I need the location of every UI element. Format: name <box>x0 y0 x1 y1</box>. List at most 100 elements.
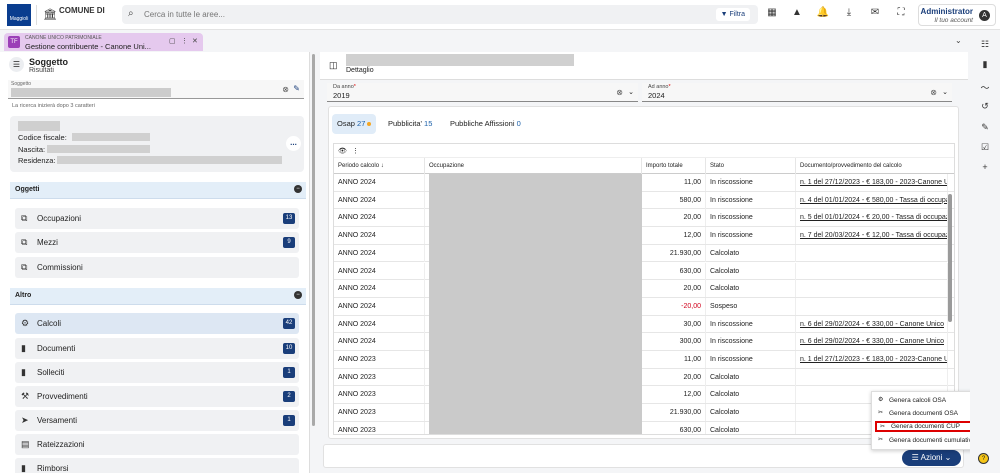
sidebar-item-documenti[interactable]: ▮ Documenti 10 <box>15 338 299 359</box>
town-hall-icon: 🏛 <box>43 9 57 21</box>
plus-icon[interactable]: + <box>978 162 992 176</box>
sidebar-item-solleciti[interactable]: ▮ Solleciti 1 <box>15 362 299 383</box>
bookmark-icon[interactable]: ▢ <box>169 37 176 45</box>
cell-importo: 30,00 <box>642 315 706 333</box>
cell-stato: Calcolato <box>706 244 796 262</box>
global-search[interactable]: ⌕ ▼ Filtra <box>122 5 758 24</box>
table-row[interactable]: ANNO 2023 20,00 Calcolato <box>334 368 954 387</box>
cell-stato: In riscossione <box>706 227 796 245</box>
ad-anno-select[interactable]: Ad anno* 2024 ⊗ ⌄ <box>642 83 952 102</box>
book-icon[interactable]: ▮ <box>978 59 992 73</box>
filter-button[interactable]: ▼ Filtra <box>715 8 750 21</box>
table-row[interactable]: ANNO 2024 630,00 Calcolato <box>334 262 954 281</box>
cell-documento[interactable]: n. 1 del 27/12/2023 - € 183,00 - 2023-Ca… <box>796 174 948 191</box>
table-row[interactable]: ANNO 2024 -20,00 Sospeso <box>334 297 954 316</box>
list-icon[interactable]: ☷ <box>978 39 992 53</box>
tab-pubblicita-count: 15 <box>424 119 433 128</box>
checklist-icon[interactable]: ☑ <box>978 142 992 156</box>
cell-importo: 300,00 <box>642 333 706 351</box>
chevron-down-icon[interactable]: ⌄ <box>628 88 634 96</box>
table-row[interactable]: ANNO 2024 580,00 In riscossione n. 4 del 01… <box>334 191 954 210</box>
table-row[interactable]: ANNO 2023 12,00 Calcolato <box>334 386 954 405</box>
cell-documento[interactable]: n. 1 del 27/12/2023 - € 183,00 - 2023-Ca… <box>796 351 948 368</box>
search-input[interactable] <box>144 8 684 21</box>
cell-periodo: ANNO 2023 <box>334 421 425 434</box>
sidebar-item-rateizzazioni[interactable]: ▤ Rateizzazioni <box>15 434 299 455</box>
table-row[interactable]: ANNO 2024 12,00 In riscossione n. 7 del 20/… <box>334 227 954 245</box>
table-row[interactable]: ANNO 2024 30,00 In riscossione n. 6 del 29/… <box>334 315 954 334</box>
sidebar-item-mezzi[interactable]: ⧉ Mezzi 9 <box>15 232 299 253</box>
clear-icon[interactable]: ⊗ <box>282 85 289 94</box>
bell-icon[interactable]: 🔔 <box>816 7 830 21</box>
azioni-button[interactable]: ☰ Azioni ⌄ <box>902 450 961 466</box>
cell-documento[interactable]: n. 7 del 20/03/2024 - € 12,00 - Tassa di… <box>796 227 948 245</box>
cell-documento[interactable]: n. 4 del 01/01/2024 - € 580,00 - Tassa d… <box>796 191 948 209</box>
tab-osap[interactable]: Osap 27 <box>332 114 377 134</box>
help-icon[interactable]: ? <box>978 453 989 464</box>
menu-icon[interactable]: ☰ <box>9 57 24 72</box>
cell-importo: 20,00 <box>642 368 706 386</box>
table-row[interactable]: ANNO 2023 21.930,00 Calcolato <box>334 404 954 422</box>
eye-icon[interactable]: 👁 <box>338 147 347 155</box>
more-vertical-icon[interactable]: ⋮ <box>181 37 188 45</box>
clear-icon[interactable]: ⊗ <box>930 88 937 97</box>
more-options-button[interactable]: ... <box>286 136 301 151</box>
table-row[interactable]: ANNO 2024 300,00 In riscossione n. 6 del 29… <box>334 333 954 351</box>
cell-documento[interactable]: n. 6 del 29/02/2024 - € 330,00 - Canone … <box>796 333 948 351</box>
close-icon[interactable]: ✕ <box>192 37 198 45</box>
user-role: Il tuo account <box>934 17 973 24</box>
app-tab-gestione-contribuente[interactable]: TF CANONE UNICO PATRIMONIALE Gestione co… <box>4 33 203 51</box>
maggioli-logo[interactable]: Maggioli <box>7 4 31 26</box>
section-oggetti[interactable]: Oggetti − <box>10 182 306 199</box>
col-importo[interactable]: Importo totale <box>642 158 706 174</box>
calendar-icon: ▤ <box>21 439 30 449</box>
chevron-down-icon[interactable]: ⌄ <box>942 88 948 96</box>
download-icon[interactable]: ⤓ <box>842 7 856 21</box>
edit-icon[interactable]: ✎ <box>293 84 300 93</box>
more-vertical-icon[interactable]: ⋮ <box>352 147 359 155</box>
sidebar-item-rimborsi[interactable]: ▮ Rimborsi <box>15 458 299 473</box>
history-icon[interactable]: ↺ <box>978 101 992 115</box>
chevron-down-icon[interactable]: ⌄ <box>955 36 962 45</box>
table-row[interactable]: ANNO 2024 20,00 In riscossione n. 5 del 01/… <box>334 209 954 228</box>
col-periodo[interactable]: Periodo calcolo ↓ <box>334 158 425 174</box>
cell-documento[interactable]: n. 6 del 29/02/2024 - € 330,00 - Canone … <box>796 315 948 333</box>
soggetto-name-redacted <box>18 121 60 131</box>
table-row[interactable]: ANNO 2023 630,00 Calcolato <box>334 421 954 434</box>
sidebar-item-versamenti[interactable]: ➤ Versamenti 1 <box>15 410 299 431</box>
tab-pubbliche-affissioni[interactable]: Pubbliche Affissioni 0 <box>445 114 526 134</box>
sidebar-item-commissioni[interactable]: ⧉ Commissioni <box>15 257 299 278</box>
table-row[interactable]: ANNO 2024 20,00 Calcolato <box>334 280 954 298</box>
chart-line-icon[interactable]: 〜 <box>978 81 992 95</box>
collapse-icon[interactable]: − <box>294 291 302 299</box>
sort-icon[interactable]: ↓ <box>381 163 384 169</box>
col-documento[interactable]: Documento/provvedimento del calcolo <box>796 158 954 174</box>
tools-icon[interactable]: ✎ <box>978 122 992 136</box>
table-row[interactable]: ANNO 2023 11,00 In riscossione n. 1 del 27/… <box>334 351 954 369</box>
sidebar-item-occupazioni[interactable]: ⧉ Occupazioni 13 <box>15 208 299 229</box>
copy-icon: ⧉ <box>21 262 28 272</box>
collapse-icon[interactable]: − <box>294 185 302 193</box>
sidebar-toggle-icon[interactable]: ◫ <box>329 60 338 71</box>
fullscreen-icon[interactable]: ⛶ <box>894 7 908 21</box>
col-occupazione[interactable]: Occupazione <box>425 158 642 174</box>
grid-scrollbar[interactable] <box>948 194 952 322</box>
user-account-button[interactable]: Administrator Il tuo account A <box>918 4 996 26</box>
dashboard-icon[interactable]: ▦ <box>765 7 779 21</box>
section-altro[interactable]: Altro − <box>10 288 306 305</box>
col-stato[interactable]: Stato <box>706 158 796 174</box>
tab-pubblicita[interactable]: Pubblicita' 15 <box>383 114 437 134</box>
warning-icon[interactable]: ▲ <box>790 7 804 21</box>
menu-item-label: Genera calcoli OSA <box>889 397 947 404</box>
clear-icon[interactable]: ⊗ <box>616 88 623 97</box>
table-row[interactable]: ANNO 2024 11,00 In riscossione n. 1 del 27/… <box>334 174 954 192</box>
left-scrollbar[interactable] <box>312 54 315 426</box>
table-row[interactable]: ANNO 2024 21.930,00 Calcolato <box>334 244 954 263</box>
sidebar-item-calcoli[interactable]: ⚙ Calcoli 42 <box>15 313 299 334</box>
cell-documento[interactable]: n. 5 del 01/01/2024 - € 20,00 - Tassa di… <box>796 209 948 227</box>
soggetto-field[interactable]: Soggetto ⊗ ✎ <box>8 80 304 99</box>
sidebar-item-provvedimenti[interactable]: ⚒ Provvedimenti 2 <box>15 386 299 407</box>
item-label: Mezzi <box>37 238 58 247</box>
mail-icon[interactable]: ✉ <box>868 7 882 21</box>
da-anno-select[interactable]: Da anno* 2019 ⊗ ⌄ <box>327 83 638 102</box>
